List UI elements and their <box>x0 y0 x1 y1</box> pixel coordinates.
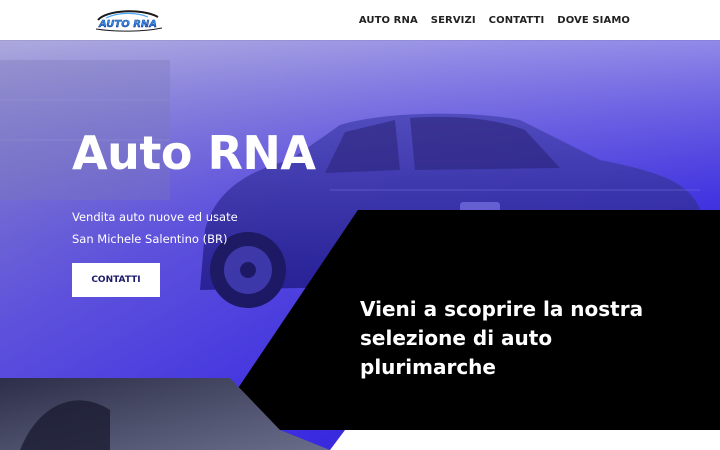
nav-link-contatti[interactable]: CONTATTI <box>489 15 545 26</box>
hero-title: Auto RNA <box>72 126 316 180</box>
hero-subtitle-line-1: Vendita auto nuove ed usate <box>72 210 238 224</box>
nav-link-servizi[interactable]: SERVIZI <box>431 15 476 26</box>
hero-subtitle: Vendita auto nuove ed usate San Michele … <box>72 206 238 250</box>
hero-subtitle-line-2: San Michele Salentino (BR) <box>72 232 228 246</box>
hero-section: Auto RNA Vendita auto nuove ed usate San… <box>0 40 720 450</box>
nav-link-auto-rna[interactable]: AUTO RNA <box>359 15 418 26</box>
auto-rna-logo[interactable]: AUTO RNA <box>92 8 164 32</box>
main-nav: AUTO RNA SERVIZI CONTATTI DOVE SIAMO <box>359 0 630 40</box>
nav-link-dove-siamo[interactable]: DOVE SIAMO <box>557 15 630 26</box>
contatti-button[interactable]: CONTATTI <box>72 263 160 297</box>
hero-tagline: Vieni a scoprire la nostra selezione di … <box>360 297 644 379</box>
site-header: AUTO RNA AUTO RNA SERVIZI CONTATTI DOVE … <box>0 0 720 40</box>
svg-text:AUTO RNA: AUTO RNA <box>98 19 157 30</box>
